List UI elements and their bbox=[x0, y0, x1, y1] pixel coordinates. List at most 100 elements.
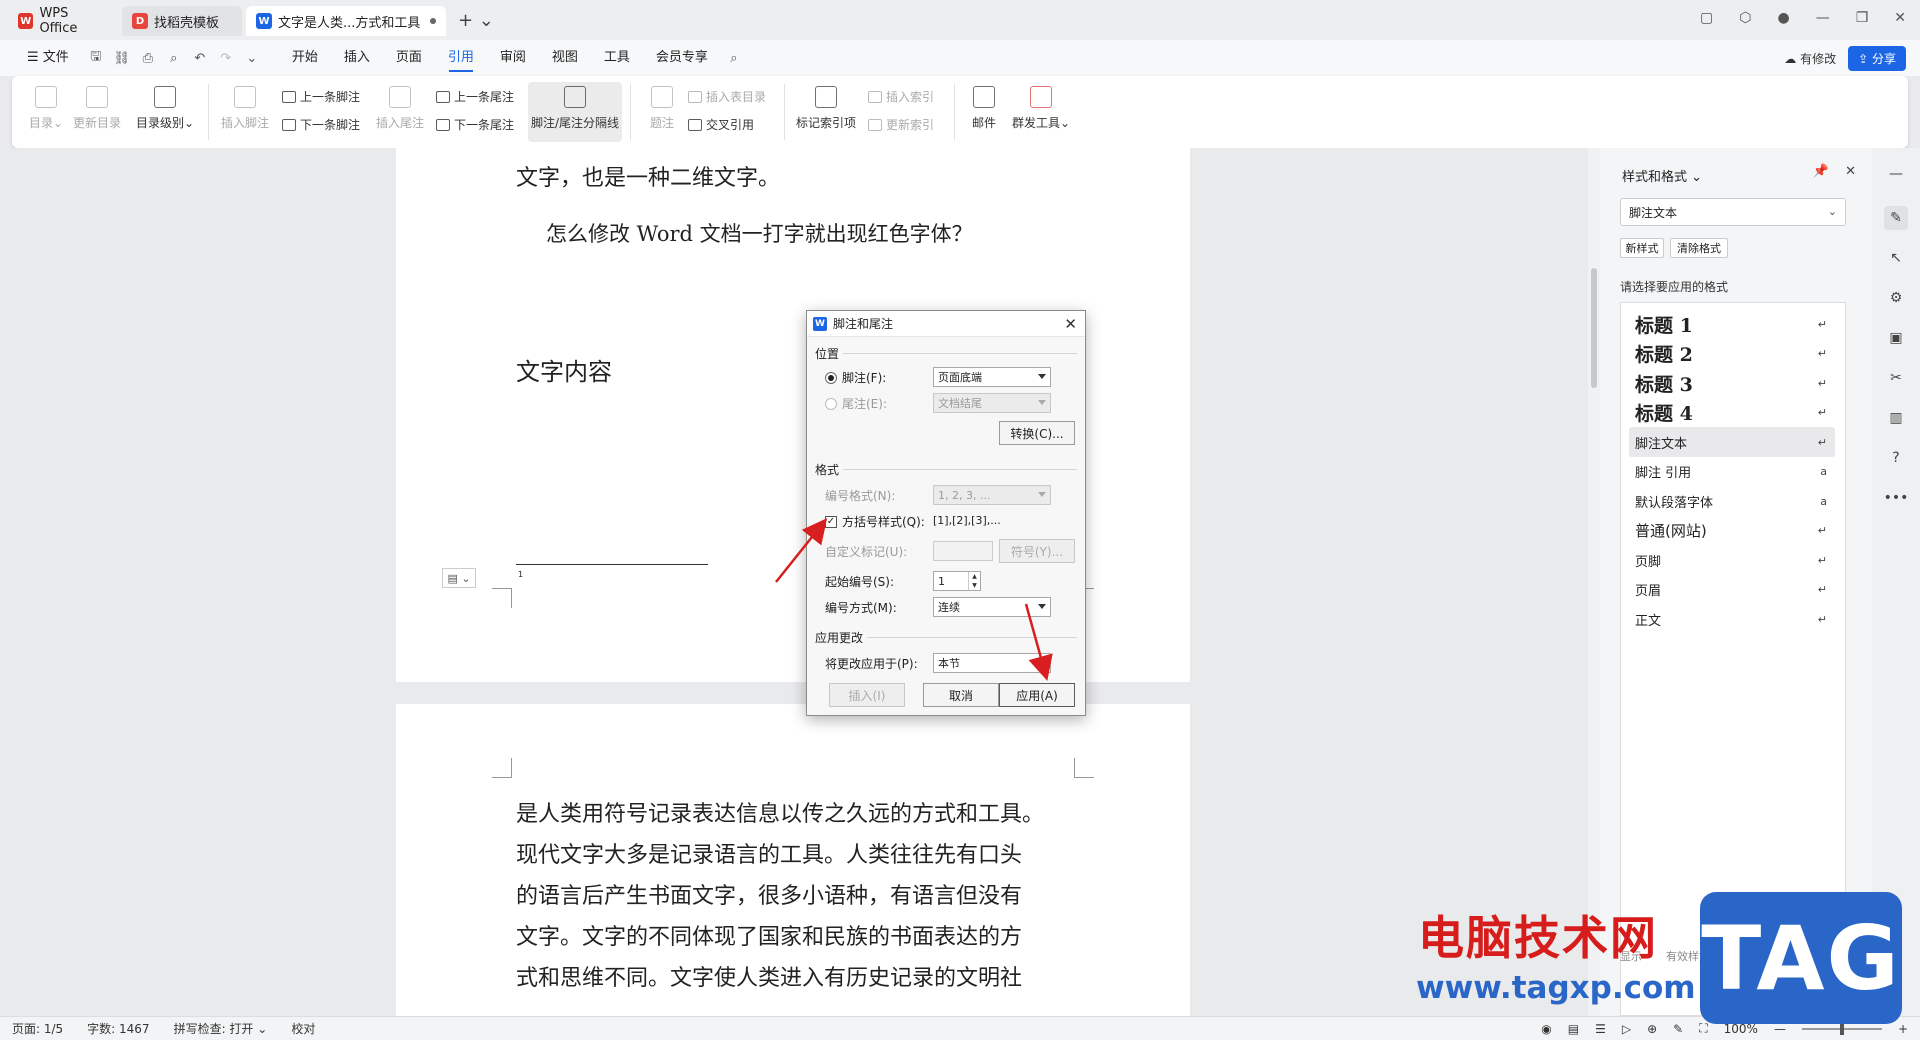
radio-checked-icon[interactable] bbox=[825, 371, 837, 384]
search-icon[interactable]: ⌕ bbox=[721, 51, 747, 66]
menu-home[interactable]: 开始 bbox=[279, 40, 331, 76]
start-number-stepper[interactable]: 1 ▲ ▼ bbox=[933, 571, 981, 591]
apply-button[interactable]: 应用(A) bbox=[999, 683, 1075, 707]
collapse-icon[interactable]: — bbox=[1884, 162, 1908, 186]
styles-pane-title[interactable]: 样式和格式 ⌄ bbox=[1622, 166, 1702, 185]
menu-insert[interactable]: 插入 bbox=[331, 40, 383, 76]
paragraph[interactable]: 文字，也是一种二维文字。 bbox=[516, 160, 780, 192]
toc-button[interactable]: 目录⌄ bbox=[26, 86, 66, 131]
prev-footnote-button[interactable]: 上一条脚注 bbox=[282, 88, 360, 105]
style-item[interactable]: 标题 2 ↵ bbox=[1629, 339, 1835, 369]
new-style-button[interactable]: 新样式 bbox=[1620, 238, 1664, 258]
paragraph[interactable]: 现代文字大多是记录语言的工具。人类往往先有口头 bbox=[516, 837, 1022, 869]
vertical-scrollbar[interactable] bbox=[1588, 148, 1600, 1016]
avatar[interactable]: ● bbox=[1777, 10, 1789, 26]
book-icon[interactable]: ▥ bbox=[1884, 406, 1908, 430]
cube-icon[interactable]: ⬡ bbox=[1739, 10, 1751, 26]
numbering-select[interactable]: 连续 bbox=[933, 597, 1051, 617]
update-index-button[interactable]: 更新索引 bbox=[868, 116, 934, 133]
layout-icon[interactable]: ▢ bbox=[1700, 10, 1713, 26]
paragraph[interactable]: 式和思维不同。文字使人类进入有历史记录的文明社 bbox=[516, 960, 1022, 992]
page-count[interactable]: 页面: 1/5 bbox=[0, 1020, 75, 1037]
next-footnote-button[interactable]: 下一条脚注 bbox=[282, 116, 360, 133]
style-item[interactable]: 标题 4 ↵ bbox=[1629, 398, 1835, 428]
bracket-style-checkbox[interactable]: ✓ 方括号样式(Q): bbox=[825, 513, 925, 530]
style-item[interactable]: 页眉 ↵ bbox=[1629, 575, 1835, 605]
footnote-mark[interactable]: 1 bbox=[518, 570, 523, 579]
tab-document[interactable]: W 文字是人类...方式和工具 bbox=[246, 6, 446, 36]
stepper-arrows-icon[interactable]: ▲ ▼ bbox=[968, 572, 980, 590]
menu-membership[interactable]: 会员专享 bbox=[643, 40, 721, 76]
menu-file[interactable]: ☰ 文件 bbox=[14, 40, 83, 76]
print-preview-icon[interactable]: ⌕ bbox=[161, 51, 187, 66]
update-toc-button[interactable]: 更新目录 bbox=[72, 86, 122, 131]
page[interactable]: 是人类用符号记录表达信息以传之久远的方式和工具。 现代文字大多是记录语言的工具。… bbox=[396, 704, 1190, 1016]
menu-references[interactable]: 引用 bbox=[435, 40, 487, 76]
new-tab-button[interactable]: + ⌄ bbox=[458, 10, 494, 31]
style-brush-icon[interactable]: ✎ bbox=[1884, 206, 1908, 230]
radio-unchecked-icon[interactable] bbox=[825, 397, 837, 410]
dialog-title-bar[interactable]: W 脚注和尾注 bbox=[807, 311, 1085, 337]
paragraph[interactable]: 的语言后产生书面文字，很多小语种，有语言但没有 bbox=[516, 878, 1022, 910]
number-format-select[interactable]: 1, 2, 3, ... bbox=[933, 485, 1051, 505]
caption-button[interactable]: 题注 bbox=[644, 86, 680, 131]
mail-button[interactable]: 邮件 bbox=[968, 86, 1000, 131]
tools-icon[interactable]: ✂ bbox=[1884, 366, 1908, 390]
select-cursor-icon[interactable]: ↖ bbox=[1884, 246, 1908, 270]
scrollbar-thumb[interactable] bbox=[1591, 268, 1597, 388]
insert-table-of-figures-button[interactable]: 插入表目录 bbox=[688, 88, 766, 105]
insert-button[interactable]: 插入(I) bbox=[829, 683, 905, 707]
convert-button[interactable]: 转换(C)... bbox=[999, 421, 1075, 445]
endnote-radio[interactable]: 尾注(E): bbox=[825, 395, 887, 412]
menu-tools[interactable]: 工具 bbox=[591, 40, 643, 76]
close-icon[interactable]: ✕ bbox=[1894, 10, 1906, 26]
cross-reference-button[interactable]: 交叉引用 bbox=[688, 116, 754, 133]
style-item[interactable]: 正文 ↵ bbox=[1629, 604, 1835, 634]
restore-icon[interactable]: ❐ bbox=[1856, 10, 1869, 26]
close-icon[interactable]: ✕ bbox=[1845, 164, 1856, 179]
style-item[interactable]: 脚注 引用 a bbox=[1629, 457, 1835, 487]
tab-wps-office[interactable]: W WPS Office bbox=[8, 6, 118, 36]
menu-review[interactable]: 审阅 bbox=[487, 40, 539, 76]
page-layout-widget[interactable]: ▤ ⌄ bbox=[442, 568, 476, 588]
insert-index-button[interactable]: 插入索引 bbox=[868, 88, 934, 105]
custom-mark-input[interactable] bbox=[933, 541, 993, 561]
apply-to-select[interactable]: 本节 bbox=[933, 653, 1051, 673]
share-button[interactable]: ⇪ 分享 bbox=[1848, 45, 1906, 71]
chevron-down-icon[interactable]: ⌄ bbox=[239, 51, 265, 66]
menu-page[interactable]: 页面 bbox=[383, 40, 435, 76]
close-icon[interactable]: ✕ bbox=[1064, 315, 1077, 333]
cancel-button[interactable]: 取消 bbox=[923, 683, 999, 707]
properties-sliders-icon[interactable]: ⚙ bbox=[1884, 286, 1908, 310]
minimize-icon[interactable]: — bbox=[1816, 10, 1830, 26]
image-edit-icon[interactable]: ▣ bbox=[1884, 326, 1908, 350]
toc-level-button[interactable]: 目录级别⌄ bbox=[134, 86, 196, 131]
style-item[interactable]: 页脚 ↵ bbox=[1629, 545, 1835, 575]
help-icon[interactable]: ? bbox=[1884, 446, 1908, 470]
checkbox-checked-icon[interactable]: ✓ bbox=[825, 515, 837, 528]
paragraph[interactable]: 怎么修改 Word 文档一打字就出现红色字体？ bbox=[546, 218, 973, 248]
style-item[interactable]: 普通(网站) ↵ bbox=[1629, 516, 1835, 546]
symbol-button[interactable]: 符号(Y)... bbox=[999, 539, 1075, 563]
insert-endnote-button[interactable]: 插入尾注 bbox=[374, 86, 426, 131]
style-item[interactable]: 脚注文本 ↵ bbox=[1629, 427, 1835, 457]
has-changes-button[interactable]: ☁ 有修改 bbox=[1784, 50, 1836, 67]
more-icon[interactable]: ••• bbox=[1884, 486, 1909, 510]
paragraph[interactable]: 是人类用符号记录表达信息以传之久远的方式和工具。 bbox=[516, 796, 1044, 828]
style-item[interactable]: 标题 1 ↵ bbox=[1629, 309, 1835, 339]
current-style-select[interactable]: 脚注文本 ⌄ bbox=[1620, 198, 1846, 226]
tab-template[interactable]: D 找稻壳模板 bbox=[122, 6, 242, 36]
heading[interactable]: 文字内容 bbox=[516, 352, 612, 387]
undo-icon[interactable]: ↶ bbox=[187, 51, 213, 66]
mass-mail-button[interactable]: 群发工具⌄ bbox=[1010, 86, 1072, 131]
mark-index-button[interactable]: 标记索引项 bbox=[794, 86, 858, 131]
insert-footnote-button[interactable]: 插入脚注 bbox=[218, 86, 272, 131]
word-count[interactable]: 字数: 1467 bbox=[75, 1020, 161, 1037]
style-item[interactable]: 标题 3 ↵ bbox=[1629, 368, 1835, 398]
separator-line-button[interactable]: 脚注/尾注分隔线 bbox=[528, 82, 622, 142]
save-icon[interactable]: 🖫 bbox=[83, 47, 109, 69]
next-endnote-button[interactable]: 下一条尾注 bbox=[436, 116, 514, 133]
link-icon[interactable]: ⛓ bbox=[109, 51, 135, 66]
pin-icon[interactable]: 📌 bbox=[1813, 164, 1829, 179]
endnote-position-select[interactable]: 文档结尾 bbox=[933, 393, 1051, 413]
